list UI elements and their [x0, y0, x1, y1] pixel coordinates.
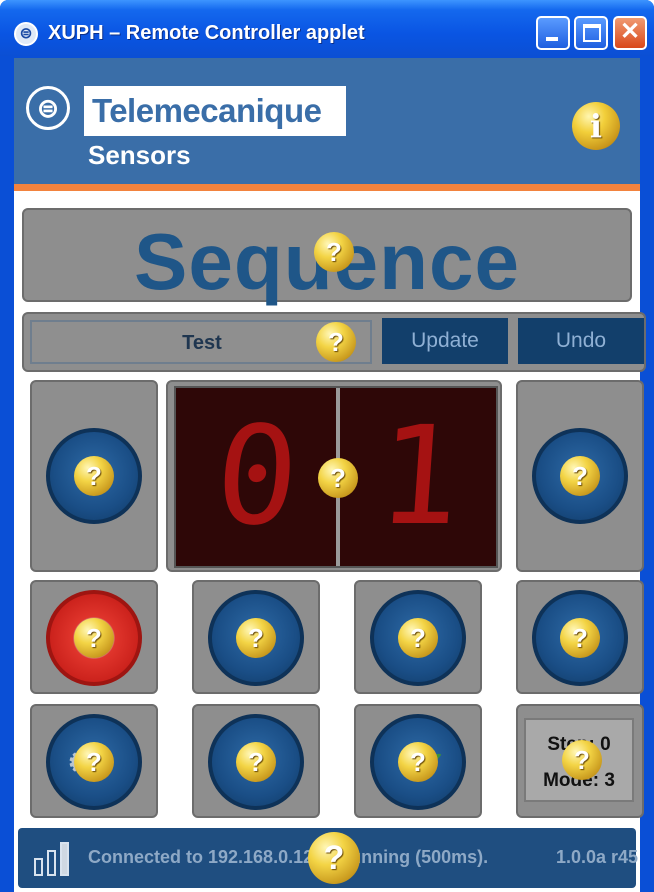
sequence-help-icon[interactable]: ? [314, 232, 354, 272]
settings-button[interactable]: ⚙ ? [46, 714, 142, 810]
play-help-icon[interactable]: ? [398, 618, 438, 658]
move-button[interactable]: ✚ ? [532, 428, 628, 524]
close-button[interactable]: ✕ [613, 16, 647, 50]
window-title: XUPH – Remote Controller applet [48, 22, 365, 44]
applet-icon: ⊜ [14, 22, 38, 46]
header-divider [14, 184, 640, 191]
telemecanique-logo-icon: ⊜ [26, 86, 70, 130]
refresh-help-icon[interactable]: ? [560, 618, 600, 658]
play-button[interactable]: ▶ ? [370, 590, 466, 686]
minimize-button[interactable] [536, 16, 570, 50]
brand-name: Telemecanique [92, 92, 322, 129]
display-digit-tens: 0 [210, 398, 304, 556]
display-help-icon[interactable]: ? [318, 458, 358, 498]
control-tile-right: ✚ ? [516, 380, 644, 572]
refresh-button[interactable]: ⟳ ? [532, 590, 628, 686]
display-digit-units: 1 [372, 398, 466, 556]
control-2-help-icon[interactable]: ? [236, 618, 276, 658]
previous-step-button[interactable]: ? [46, 428, 142, 524]
minimize-icon [546, 37, 558, 41]
program-name-field[interactable]: Test ? [30, 320, 372, 364]
status-help-icon[interactable]: ? [562, 740, 602, 780]
brand-subtitle: Sensors [88, 140, 191, 170]
stop-help-icon[interactable]: ? [74, 618, 114, 658]
version-label: 1.0.0a r45 [556, 847, 639, 867]
control-6-help-icon[interactable]: ? [236, 742, 276, 782]
status-tile: Step: 0 Mode: 3 ? [516, 704, 644, 818]
app-window: ⊜ XUPH – Remote Controller applet ✕ ⊜ Te… [0, 0, 654, 892]
control-tile-validate: ✔ ? [354, 704, 482, 818]
undo-button[interactable]: Undo [518, 318, 644, 364]
brand-logo-box: Telemecanique [84, 86, 346, 136]
connection-status-text: Connected to 192.168.0.12. Is running (5… [88, 847, 489, 867]
step-display-panel: 0 1 ? [166, 380, 502, 572]
seven-segment-display: 0 1 ? [174, 386, 498, 568]
maximize-icon [583, 24, 601, 42]
status-bar: Connected to 192.168.0.12. Is running (5… [18, 828, 639, 888]
control-tile-play: ▶ ? [354, 580, 482, 694]
stop-button[interactable]: ? [46, 590, 142, 686]
control-tile-refresh: ⟳ ? [516, 580, 644, 694]
control-button-6[interactable]: ? [208, 714, 304, 810]
control-tile-left: ? [30, 380, 158, 572]
previous-step-help-icon[interactable]: ? [74, 456, 114, 496]
sequence-title-panel: Sequence ? [22, 208, 632, 306]
control-tile-6: ? [192, 704, 320, 818]
brand-header: ⊜ Telemecanique Sensors i [14, 58, 640, 184]
step-mode-status: Step: 0 Mode: 3 ? [524, 718, 634, 802]
title-bar[interactable]: ⊜ XUPH – Remote Controller applet ✕ [0, 0, 654, 56]
program-name-help-icon[interactable]: ? [316, 322, 356, 362]
move-help-icon[interactable]: ? [560, 456, 600, 496]
program-bar: Test ? Update Undo [22, 312, 646, 372]
control-tile-2: ? [192, 580, 320, 694]
status-bar-help-icon[interactable]: ? [308, 832, 360, 884]
validate-button[interactable]: ✔ ? [370, 714, 466, 810]
close-icon: ✕ [619, 18, 641, 45]
control-tile-settings: ⚙ ? [30, 704, 158, 818]
info-button[interactable]: i [572, 102, 620, 150]
control-tile-stop: ? [30, 580, 158, 694]
applet-client-area: ⊜ Telemecanique Sensors i Sequence ? Tes… [14, 58, 646, 892]
signal-strength-icon [34, 842, 78, 876]
settings-help-icon[interactable]: ? [74, 742, 114, 782]
maximize-button[interactable] [574, 16, 608, 50]
validate-help-icon[interactable]: ? [398, 742, 438, 782]
control-button-2[interactable]: ? [208, 590, 304, 686]
update-button[interactable]: Update [382, 318, 508, 364]
